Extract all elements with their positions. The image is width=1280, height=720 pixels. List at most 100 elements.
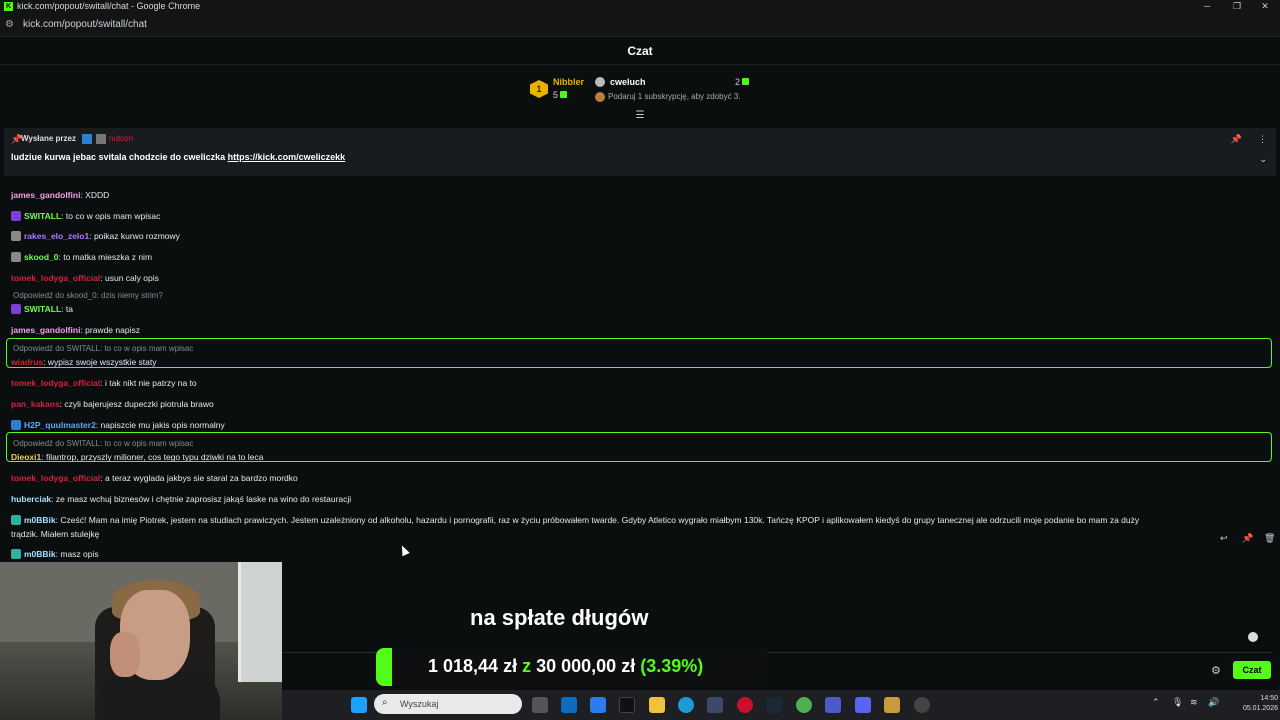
file-explorer-icon[interactable]	[649, 697, 665, 713]
clock-time: 14:50	[1260, 695, 1278, 702]
discord-icon[interactable]	[855, 697, 871, 713]
chat-message[interactable]: skood_0: to matka mieszka z nim	[11, 252, 152, 262]
chat-username[interactable]: tomek_lodyga_official	[11, 378, 100, 388]
user-badge-icon	[11, 549, 21, 559]
gift-hint-icon	[595, 92, 605, 102]
site-info-icon[interactable]: ⚙	[5, 13, 14, 37]
minimize-icon[interactable]: ─	[1192, 0, 1222, 13]
reply-icon[interactable]: ↩	[1220, 533, 1228, 544]
reply-highlight	[6, 338, 1272, 368]
maximize-icon[interactable]: ❐	[1222, 0, 1252, 13]
chat-username[interactable]: SWITALL	[24, 211, 61, 221]
league-icon[interactable]	[884, 697, 900, 713]
chat-message-continuation: trądzik. Miałem stulejkę	[11, 529, 100, 539]
top-gifter-count: 5	[553, 90, 568, 100]
settings-gear-icon[interactable]: ⚙	[1211, 664, 1221, 677]
chat-username[interactable]: tomek_lodyga_official	[11, 473, 100, 483]
more-options-icon[interactable]: ⋮	[1258, 134, 1267, 145]
chat-username[interactable]: tomek_lodyga_official	[11, 273, 100, 283]
tray-chevron-icon[interactable]: ⌃	[1152, 697, 1160, 708]
tiktok-icon[interactable]	[619, 697, 635, 713]
outlook-icon[interactable]	[561, 697, 577, 713]
gift-hint-text: Podaruj 1 subskrypcję, aby zdobyć 3.	[608, 92, 741, 101]
filter-icon[interactable]: ☰	[634, 111, 646, 121]
gifter-count: 2	[735, 77, 750, 87]
chevron-down-icon[interactable]: ⌄	[1259, 154, 1267, 165]
top-gifter-name[interactable]: Nibbler	[553, 77, 584, 87]
chat-username[interactable]: james_gandolfini	[11, 190, 80, 200]
gifter-name[interactable]: cweluch	[610, 77, 646, 87]
chat-message[interactable]: tomek_lodyga_official: i tak nikt nie pa…	[11, 378, 197, 388]
chat-message[interactable]: huberciak: ze masz wchuj biznesów i chęt…	[11, 494, 351, 504]
rank-badge-icon: 1	[530, 80, 548, 98]
chat-message[interactable]: tomek_lodyga_official: usun caly opis	[11, 273, 159, 283]
gem-icon	[742, 78, 750, 85]
microphone-icon[interactable]: 🎙	[1172, 697, 1183, 708]
chat-message[interactable]: james_gandolfini: XDDD	[11, 190, 109, 200]
chat-message[interactable]: rakes_elo_zelo1: poikaz kurwo rozmowy	[11, 231, 180, 241]
browser-titlebar: K kick.com/popout/switall/chat - Google …	[0, 0, 1280, 13]
chat-text: : prawde napisz	[80, 325, 140, 335]
store-icon[interactable]	[590, 697, 606, 713]
chat-text: : i tak nikt nie patrzy na to	[100, 378, 197, 388]
edge-icon[interactable]	[678, 697, 694, 713]
send-chat-button[interactable]: Czat	[1233, 661, 1271, 679]
reply-reference[interactable]: Odpowiedź do skood_0: dzis niemy strim?	[13, 291, 163, 300]
steam-icon[interactable]	[766, 697, 782, 713]
chrome-icon[interactable]	[796, 697, 812, 713]
volume-icon[interactable]: 🔊	[1208, 697, 1219, 708]
chat-text: : usun caly opis	[100, 273, 159, 283]
wifi-icon[interactable]: ≋	[1190, 697, 1198, 708]
emoji-icon[interactable]	[1248, 632, 1258, 642]
chat-message[interactable]: m0BBik: masz opis	[11, 549, 99, 559]
kick-logo-icon: K	[4, 2, 13, 11]
user-badge-icon	[11, 304, 21, 314]
pin-icon[interactable]: 📌	[1242, 533, 1253, 544]
taskbar-clock[interactable]: 14:50 05.01.2026	[1232, 694, 1278, 714]
opera-icon[interactable]	[737, 697, 753, 713]
teams-icon[interactable]	[825, 697, 841, 713]
taskbar-search[interactable]: ⌕ Wyszukaj	[374, 694, 522, 714]
gem-icon	[560, 91, 568, 98]
chat-text: : masz opis	[55, 549, 99, 559]
chat-username[interactable]: H2P_quulmaster2	[24, 420, 96, 430]
user-badge-icon	[11, 252, 21, 262]
chat-username[interactable]: rakes_elo_zelo1	[24, 231, 89, 241]
unpin-icon[interactable]: 📌	[1231, 134, 1242, 145]
close-icon[interactable]: ✕	[1250, 0, 1280, 13]
pinned-sent-by-user[interactable]: nutcon	[109, 134, 133, 143]
app-icon[interactable]	[707, 697, 723, 713]
chat-message[interactable]: tomek_lodyga_official: a teraz wyglada j…	[11, 473, 298, 483]
chat-message[interactable]: SWITALL: to co w opis mam wpisac	[11, 211, 160, 221]
chat-header-title: Czat	[0, 37, 1280, 65]
chat-text: : czyli bajerujesz dupeczki piotrula bra…	[59, 399, 214, 409]
delete-icon[interactable]: 🗑	[1264, 533, 1275, 544]
chat-username[interactable]: skood_0	[24, 252, 59, 262]
chat-username[interactable]: m0BBik	[24, 515, 56, 525]
chat-username[interactable]: SWITALL	[24, 304, 61, 314]
chat-username[interactable]: pan_kakaos	[11, 399, 60, 409]
chat-text: : ta	[61, 304, 73, 314]
chat-message[interactable]: m0BBik: Cześć! Mam na imię Piotrek, jest…	[11, 515, 1139, 525]
task-view-icon[interactable]	[532, 697, 548, 713]
pinned-link[interactable]: https://kick.com/cweliczekk	[228, 152, 346, 162]
chat-messages: james_gandolfini: XDDD SWITALL: to co w o…	[0, 180, 1280, 560]
chat-message[interactable]: pan_kakaos: czyli bajerujesz dupeczki pi…	[11, 399, 214, 409]
pinned-message-text: ludziue kurwa jebac svitala chodzcie do …	[11, 152, 346, 162]
chat-text: : XDDD	[80, 190, 110, 200]
windows-start-icon[interactable]	[351, 697, 367, 713]
chat-username[interactable]: m0BBik	[24, 549, 56, 559]
chat-text: : a teraz wyglada jakbys sie staral za b…	[100, 473, 298, 483]
chat-message[interactable]: james_gandolfini: prawde napisz	[11, 325, 140, 335]
chat-message[interactable]: H2P_quulmaster2: napiszcie mu jakis opis…	[11, 420, 225, 430]
obs-icon[interactable]	[914, 697, 930, 713]
chat-username[interactable]: huberciak	[11, 494, 51, 504]
window-title: kick.com/popout/switall/chat - Google Ch…	[17, 1, 201, 11]
address-bar[interactable]: ⚙ kick.com/popout/switall/chat	[0, 13, 1280, 37]
url-text[interactable]: kick.com/popout/switall/chat	[23, 13, 147, 37]
chat-message[interactable]: SWITALL: ta	[11, 304, 73, 314]
reply-highlight	[6, 432, 1272, 462]
goal-progress-indicator	[376, 648, 392, 686]
chat-username[interactable]: james_gandolfini	[11, 325, 80, 335]
user-badge-icon	[11, 231, 21, 241]
